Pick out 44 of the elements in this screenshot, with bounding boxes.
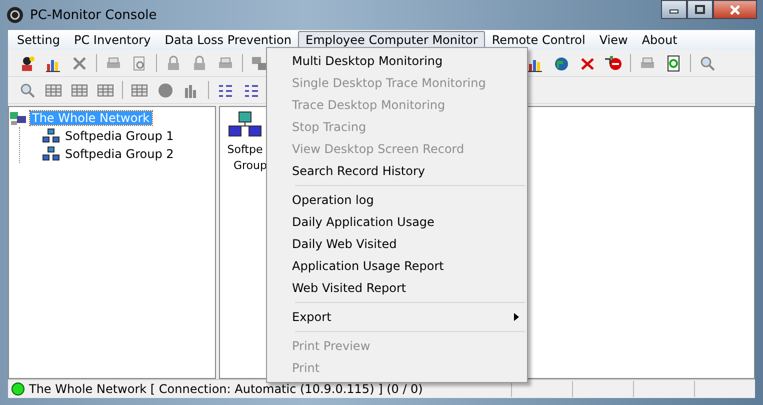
menu-item[interactable]: Remote Control	[484, 31, 592, 49]
lock-icon	[165, 54, 182, 72]
menu-entry[interactable]: Multi Desktop Monitoring	[267, 50, 527, 72]
menu-item[interactable]: View	[592, 31, 635, 49]
status-text: The Whole Network [ Connection: Automatic (10.9.0.115) ] (0 / 0)	[29, 382, 423, 396]
menu-entry[interactable]: Daily Application Usage	[267, 211, 527, 233]
menu-entry[interactable]: Web Visited Report	[267, 277, 527, 299]
maximize-button[interactable]	[687, 0, 713, 19]
app-logo-icon	[6, 6, 24, 24]
network-icon	[9, 110, 27, 126]
globe-icon	[553, 54, 570, 72]
user-icon	[19, 54, 36, 72]
grid-icon	[45, 82, 62, 98]
tree-item[interactable]: Softpedia Group 1	[63, 129, 176, 143]
pie-icon	[157, 82, 174, 98]
menu-item[interactable]: About	[634, 31, 684, 49]
group-label[interactable]: Group	[234, 159, 267, 173]
close-icon	[729, 4, 741, 14]
submenu-arrow-icon	[514, 313, 519, 321]
computers-icon	[42, 146, 60, 162]
tree-item[interactable]: Softpedia Group 2	[63, 147, 176, 161]
refresh-icon	[665, 54, 682, 72]
delete-icon	[71, 54, 88, 72]
minimize-button[interactable]	[661, 0, 687, 19]
lock-icon	[191, 54, 208, 72]
search-icon	[19, 82, 36, 98]
menu-entry[interactable]: Search Record History	[267, 160, 527, 182]
menu-entry[interactable]: Operation log	[267, 189, 527, 211]
menu-item[interactable]: Data Loss Prevention	[158, 31, 298, 49]
close-button[interactable]	[713, 0, 757, 19]
search-icon	[699, 54, 716, 72]
stop-icon	[605, 54, 622, 72]
menu-entry[interactable]: Daily Web Visited	[267, 233, 527, 255]
menu-entry[interactable]: Export	[267, 306, 527, 328]
computers-icon	[42, 128, 60, 144]
menu-entry[interactable]: Application Usage Report	[267, 255, 527, 277]
menu-item[interactable]: Setting	[10, 31, 67, 49]
grid-icon	[97, 82, 114, 98]
grid-icon	[131, 82, 148, 98]
grid-icon	[71, 82, 88, 98]
group-label[interactable]: Softpe	[227, 143, 263, 157]
window-title: PC-Monitor Console	[30, 8, 157, 22]
menu-item[interactable]: PC Inventory	[66, 31, 158, 49]
maximize-icon	[695, 5, 705, 14]
